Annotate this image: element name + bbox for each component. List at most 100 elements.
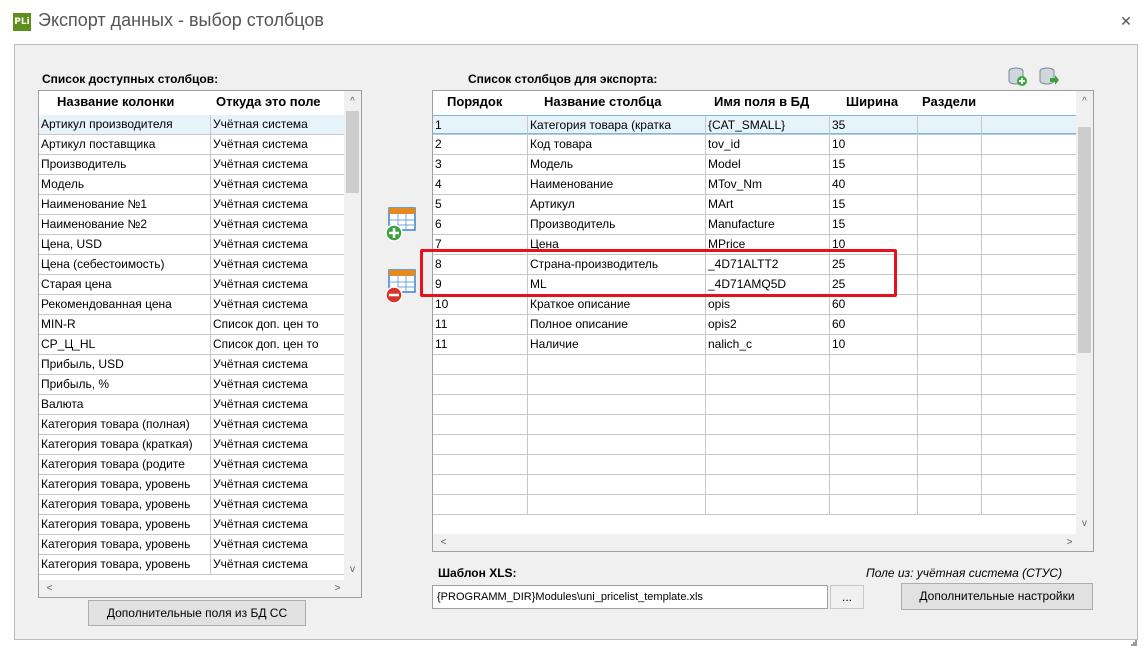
available-table-row[interactable]: Категория товара (родите Учётная система <box>39 455 346 475</box>
cell-column-name: Артикул поставщика <box>39 135 211 154</box>
export-table-row[interactable]: 6 Производитель Manufacture 15 <box>433 215 1078 235</box>
browse-template-button[interactable]: ... <box>830 585 864 609</box>
remove-column-icon[interactable] <box>384 268 418 304</box>
cell-db-field: opis2 <box>706 315 830 334</box>
cell-column-source: Список доп. цен то <box>211 315 346 334</box>
empty-cell <box>830 355 918 375</box>
cell-order: 11 <box>433 315 528 334</box>
available-vertical-scrollbar[interactable]: ^ v <box>344 91 361 582</box>
cell-column-source: Учётная система <box>211 555 346 574</box>
empty-cell <box>982 255 1078 274</box>
scroll-down-arrow[interactable]: v <box>1076 515 1093 532</box>
empty-cell <box>918 455 982 475</box>
additional-settings-button[interactable]: Дополнительные настройки <box>901 583 1093 610</box>
empty-row <box>433 495 1078 515</box>
available-table-row[interactable]: Прибыль, USD Учётная система <box>39 355 346 375</box>
empty-row <box>433 395 1078 415</box>
empty-cell <box>982 335 1078 354</box>
available-table-row[interactable]: Наименование №1 Учётная система <box>39 195 346 215</box>
column-header-width[interactable]: Ширина <box>830 91 918 113</box>
empty-cell <box>706 355 830 375</box>
column-header-db-field[interactable]: Имя поля в БД <box>706 91 830 113</box>
available-table-row[interactable]: Старая цена Учётная система <box>39 275 346 295</box>
export-db-field-icon[interactable] <box>1038 66 1060 88</box>
scroll-up-arrow[interactable]: ^ <box>1076 93 1093 110</box>
empty-cell <box>982 495 1078 515</box>
available-table-row[interactable]: Цена (себестоимость) Учётная система <box>39 255 346 275</box>
available-table-row[interactable]: Категория товара, уровень Учётная система <box>39 535 346 555</box>
available-table-row[interactable]: MIN-R Список доп. цен то <box>39 315 346 335</box>
column-header-source[interactable]: Откуда это поле <box>211 91 346 113</box>
column-header-title[interactable]: Название столбца <box>528 91 706 113</box>
cell-db-field: Manufacture <box>706 215 830 234</box>
empty-cell <box>982 355 1078 375</box>
scroll-thumb[interactable] <box>1078 127 1091 353</box>
export-table-row[interactable]: 10 Краткое описание opis 60 <box>433 295 1078 315</box>
empty-cell <box>982 135 1078 154</box>
available-table-row[interactable]: СР_Ц_HL Список доп. цен то <box>39 335 346 355</box>
export-table-row[interactable]: 4 Наименование MTov_Nm 40 <box>433 175 1078 195</box>
column-header-name[interactable]: Название колонки <box>39 91 211 113</box>
cell-db-field: MArt <box>706 195 830 214</box>
export-table-row[interactable]: 11 Наличие nalich_c 10 <box>433 335 1078 355</box>
cell-separator <box>918 115 982 134</box>
available-table-row[interactable]: Категория товара (полная) Учётная система <box>39 415 346 435</box>
available-table-row[interactable]: Валюта Учётная система <box>39 395 346 415</box>
available-table-row[interactable]: Категория товара, уровень Учётная система <box>39 495 346 515</box>
available-table-row[interactable]: Категория товара, уровень Учётная система <box>39 555 346 575</box>
scroll-right-arrow[interactable]: > <box>329 580 346 597</box>
cell-column-name: Наименование №1 <box>39 195 211 214</box>
available-table-row[interactable]: Категория товара, уровень Учётная система <box>39 475 346 495</box>
empty-cell <box>918 355 982 375</box>
available-table-row[interactable]: Артикул производителя Учётная система <box>39 115 346 135</box>
export-horizontal-scrollbar[interactable]: < > <box>433 534 1093 551</box>
extra-db-fields-button[interactable]: Дополнительные поля из БД СС <box>88 600 306 626</box>
scroll-down-arrow[interactable]: v <box>344 561 361 578</box>
cell-title: Код товара <box>528 135 706 154</box>
export-columns-grid[interactable]: Порядок Название столбца Имя поля в БД Ш… <box>432 90 1094 552</box>
cell-order: 5 <box>433 195 528 214</box>
export-table-row[interactable]: 5 Артикул MArt 15 <box>433 195 1078 215</box>
resize-grip-icon[interactable] <box>1129 638 1137 646</box>
available-table-row[interactable]: Категория товара, уровень Учётная система <box>39 515 346 535</box>
available-table-row[interactable]: Артикул поставщика Учётная система <box>39 135 346 155</box>
cell-column-name: Категория товара, уровень <box>39 475 211 494</box>
app-logo-icon: PLi <box>13 13 31 31</box>
empty-cell <box>830 375 918 395</box>
empty-cell <box>830 495 918 515</box>
available-columns-grid[interactable]: Название колонки Откуда это поле Артикул… <box>38 90 362 598</box>
cell-separator <box>918 215 982 234</box>
export-vertical-scrollbar[interactable]: ^ v <box>1076 91 1093 535</box>
export-table-row[interactable]: 11 Полное описание opis2 60 <box>433 315 1078 335</box>
cell-width: 60 <box>830 315 918 334</box>
cell-title: Наличие <box>528 335 706 354</box>
available-table-row[interactable]: Прибыль, % Учётная система <box>39 375 346 395</box>
empty-row <box>433 455 1078 475</box>
cell-column-source: Учётная система <box>211 395 346 414</box>
available-table-row[interactable]: Модель Учётная система <box>39 175 346 195</box>
column-header-separator[interactable]: Раздели <box>918 91 982 113</box>
available-horizontal-scrollbar[interactable]: < > <box>39 580 361 597</box>
scroll-left-arrow[interactable]: < <box>435 534 452 551</box>
export-table-row[interactable]: 3 Модель Model 15 <box>433 155 1078 175</box>
scroll-left-arrow[interactable]: < <box>41 580 58 597</box>
available-table-row[interactable]: Производитель Учётная система <box>39 155 346 175</box>
available-table-row[interactable]: Цена, USD Учётная система <box>39 235 346 255</box>
scroll-up-arrow[interactable]: ^ <box>344 93 361 110</box>
empty-cell <box>528 435 706 455</box>
available-table-row[interactable]: Наименование №2 Учётная система <box>39 215 346 235</box>
export-table-row[interactable]: 2 Код товара tov_id 10 <box>433 135 1078 155</box>
cell-order: 3 <box>433 155 528 174</box>
available-table-row[interactable]: Рекомендованная цена Учётная система <box>39 295 346 315</box>
add-db-field-icon[interactable] <box>1007 66 1029 88</box>
available-table-row[interactable]: Категория товара (краткая) Учётная систем… <box>39 435 346 455</box>
close-icon[interactable]: ✕ <box>1119 14 1133 28</box>
scroll-thumb[interactable] <box>346 111 359 193</box>
scroll-right-arrow[interactable]: > <box>1061 534 1078 551</box>
cell-order: 1 <box>433 115 528 134</box>
template-path-input[interactable]: {PROGRAMM_DIR}Modules\uni_pricelist_temp… <box>432 585 828 609</box>
add-column-icon[interactable] <box>384 206 418 242</box>
column-header-order[interactable]: Порядок <box>433 91 528 113</box>
empty-cell <box>706 375 830 395</box>
export-table-row[interactable]: 1 Категория товара (кратка {CAT_SMALL} 35 <box>433 115 1078 135</box>
